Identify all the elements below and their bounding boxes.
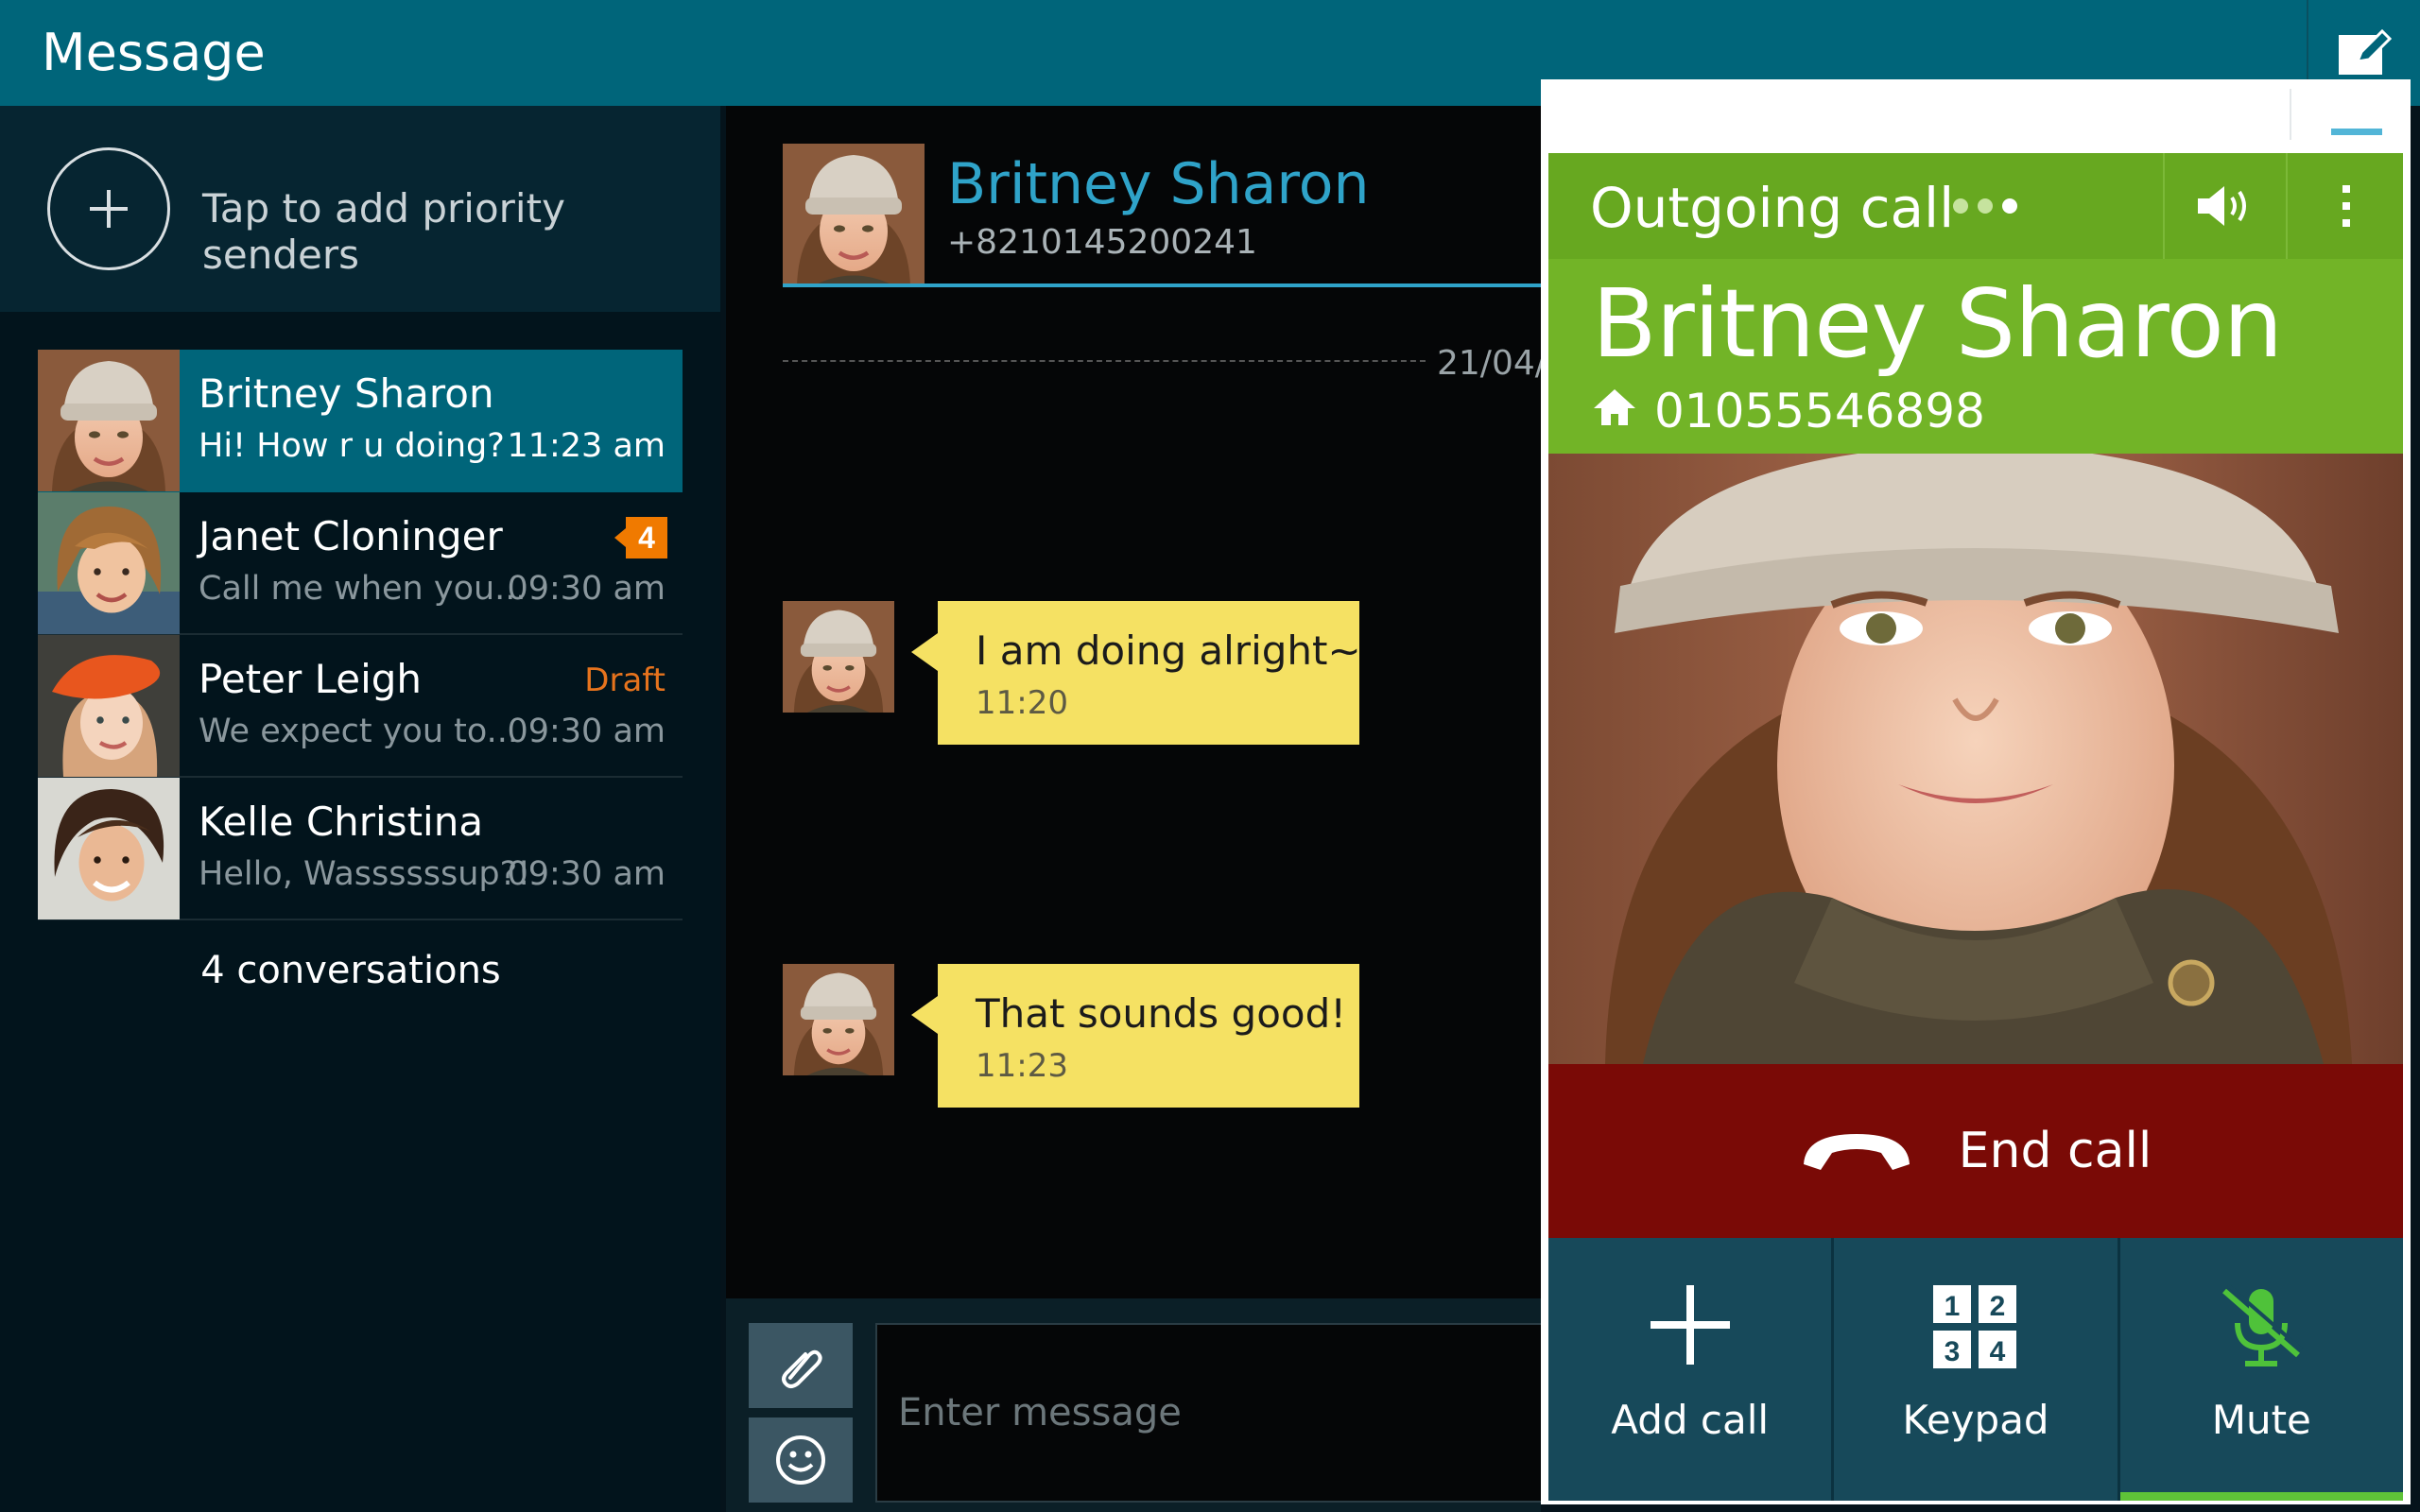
call-window-titlebar[interactable] [1541,79,2411,153]
speaker-button[interactable] [2163,153,2288,259]
avatar [38,350,180,491]
more-options-button[interactable] [2290,153,2403,259]
calling-dots-icon [1953,198,2017,214]
keypad-digit: 3 [1945,1336,1961,1367]
unread-badge: 4 [614,517,667,558]
message-text: I am doing alright~ [976,627,1361,674]
avatar [38,492,180,634]
contact-avatar[interactable] [783,144,925,285]
call-popup: Outgoing call Britney Sharon 01055546898… [1541,79,2411,1504]
keypad-digit: 2 [1990,1291,2006,1322]
priority-senders-bar[interactable]: Tap to add priority senders [0,106,720,312]
mute-button[interactable]: Mute [2119,1238,2404,1501]
conversation-item[interactable]: Peter Leigh Draft We expect you to... 09… [38,635,683,778]
keypad-button[interactable]: 1 2 3 4 Keypad [1834,1238,2120,1501]
conversation-time: 09:30 am [507,570,666,608]
keypad-digit: 4 [1990,1336,2006,1367]
avatar [783,964,894,1075]
plus-icon [1650,1285,1730,1365]
conversation-time: 09:30 am [507,855,666,893]
app-root: Message Tap to add priority senders Brit… [0,0,2420,1512]
conversation-preview: Hi! How r u doing? [199,427,505,465]
conversation-item[interactable]: Britney Sharon Hi! How r u doing? 11:23 … [38,350,683,492]
priority-senders-label: Tap to add priority senders [202,185,565,278]
avatar [38,778,180,919]
conversation-list: Britney Sharon Hi! How r u doing? 11:23 … [38,350,683,920]
attach-button[interactable] [749,1323,853,1408]
call-status-bar: Outgoing call [1548,153,2403,259]
conversation-preview: Hello, Wassssssup?! [199,855,531,893]
message-text: That sounds good! [976,990,1347,1037]
conversation-preview: We expect you to... [199,713,519,750]
add-priority-button[interactable] [47,147,170,270]
contact-divider [783,284,1541,287]
caller-info: Britney Sharon 01055546898 [1548,259,2403,454]
conversation-time: 11:23 am [507,427,666,465]
chat-panel: Britney Sharon +8210145200241 21/04/ I a… [726,106,1556,1512]
keypad-digit: 1 [1945,1291,1961,1322]
contact-number: +8210145200241 [947,223,1257,262]
avatar [38,635,180,777]
conversation-item[interactable]: Janet Cloninger 4 Call me when you... 09… [38,492,683,635]
message-time: 11:20 [976,684,1068,722]
paperclip-icon [782,1349,822,1388]
call-status: Outgoing call [1590,176,1955,240]
keypad-icon: 1 2 3 4 [1932,1285,2016,1368]
caller-number: 01055546898 [1654,384,1985,438]
date-divider [783,360,1426,362]
conversation-name: Britney Sharon [199,370,494,417]
conversation-time: 09:30 am [507,713,666,750]
date-label: 21/04/ [1437,344,1547,383]
add-call-button[interactable]: Add call [1548,1238,1835,1501]
call-actions: Add call 1 2 3 4 Keypad Mute [1548,1238,2404,1501]
emoticon-button[interactable] [749,1418,853,1503]
contact-name[interactable]: Britney Sharon [947,151,1370,217]
conversation-name: Janet Cloninger [199,513,503,559]
more-vertical-icon [2342,185,2350,227]
end-call-button[interactable]: End call [1548,1064,2403,1238]
compose-icon [2339,29,2392,75]
end-call-icon [1803,1134,1910,1170]
plus-icon [90,190,128,228]
mute-label: Mute [2211,1397,2311,1443]
mic-off-icon [2222,1285,2304,1366]
conversation-name: Peter Leigh [199,656,423,702]
smiley-icon [776,1435,825,1485]
titlebar-divider [2290,89,2291,140]
speaker-icon [2198,186,2246,226]
draft-label: Draft [584,662,666,699]
end-call-label: End call [1958,1123,2152,1179]
home-icon [1594,389,1635,425]
conversation-count: 4 conversations [200,949,501,992]
keypad-label: Keypad [1902,1397,2049,1443]
app-title: Message [42,23,266,82]
avatar [783,601,894,713]
message-input[interactable] [875,1323,1556,1503]
caller-name: Britney Sharon [1592,268,2283,379]
message-time: 11:23 [976,1047,1068,1085]
minimize-icon[interactable] [2331,129,2382,135]
add-call-label: Add call [1611,1397,1770,1443]
message-bubble[interactable]: I am doing alright~ 11:20 [911,601,1361,745]
conversation-panel: Tap to add priority senders Britney Shar… [0,106,720,1512]
conversation-name: Kelle Christina [199,799,484,845]
conversation-preview: Call me when you... [199,570,527,608]
caller-photo [1548,454,2403,1064]
conversation-item[interactable]: Kelle Christina Hello, Wassssssup?! 09:3… [38,778,683,920]
compose-area [726,1298,1556,1512]
message-bubble[interactable]: That sounds good! 11:23 [911,964,1359,1108]
